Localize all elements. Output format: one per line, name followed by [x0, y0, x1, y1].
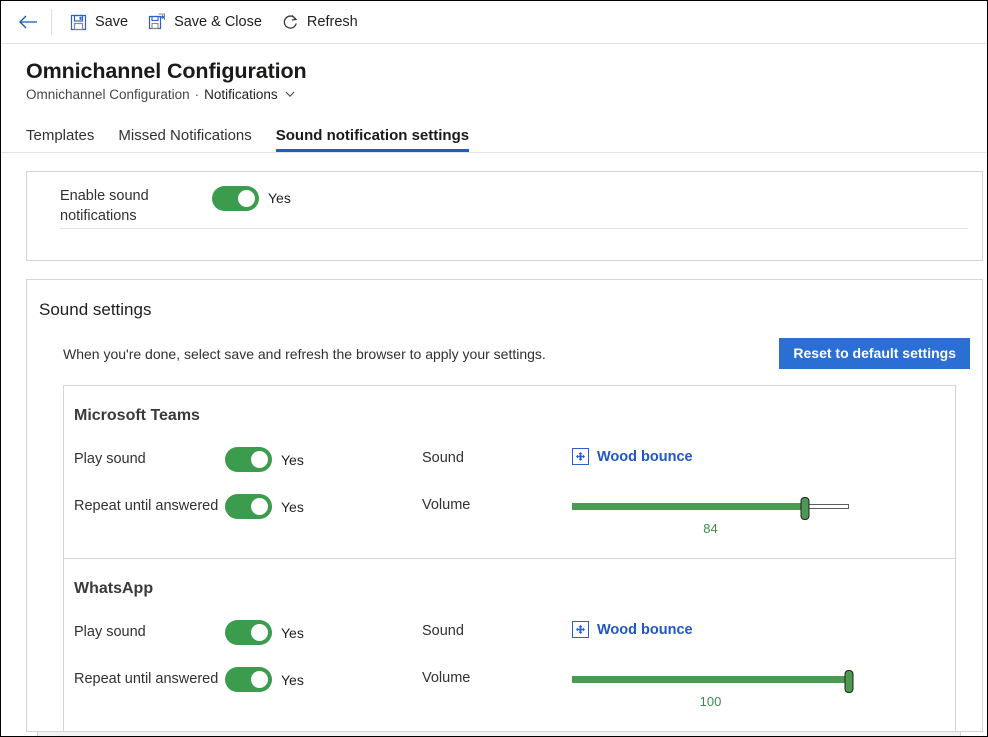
broken-image-icon	[572, 448, 589, 466]
channel-whatsapp-name: WhatsApp	[74, 580, 154, 598]
channel-whatsapp-repeat-row: Repeat until answered Yes Volume 100	[64, 645, 955, 709]
reset-to-default-settings-button[interactable]: Reset to default settings	[779, 337, 970, 370]
toggle-knob	[238, 189, 255, 207]
toggle-knob	[251, 498, 268, 516]
repeat-until-answered-label: Repeat until answered	[74, 498, 219, 515]
enable-sound-notifications-toggle-wrap: Yes	[212, 185, 291, 211]
channel-whatsapp-play-sound-row: Play sound Yes Sound Wood bounce	[64, 598, 955, 646]
sound-settings-title: Sound settings	[39, 299, 152, 319]
volume-slider-whatsapp[interactable]	[572, 670, 854, 694]
breadcrumb-root[interactable]: Omnichannel Configuration	[26, 87, 190, 102]
play-sound-toggle-cell: Yes	[225, 619, 422, 646]
tab-sound-notification-settings-label: Sound notification settings	[275, 126, 470, 144]
volume-label: Volume	[422, 670, 471, 687]
save-button-label: Save	[95, 13, 129, 30]
channel-microsoft-teams-repeat-row: Repeat until answered Yes Volume 84	[64, 472, 955, 536]
sound-label: Sound	[422, 623, 464, 640]
volume-slider-value-whatsapp: 100	[699, 694, 722, 710]
chevron-down-icon[interactable]	[284, 88, 296, 100]
channel-microsoft-teams-name: Microsoft Teams	[74, 407, 200, 425]
play-sound-toggle-value: Yes	[281, 451, 304, 468]
breadcrumb-separator: ·	[194, 86, 200, 102]
repeat-until-answered-toggle-microsoft-teams[interactable]	[225, 494, 272, 520]
volume-slider-value-microsoft-teams: 84	[703, 521, 718, 537]
channel-microsoft-teams: Microsoft Teams Play sound Yes Sound Woo…	[64, 386, 955, 558]
back-button[interactable]	[9, 7, 47, 37]
repeat-until-answered-toggle-value: Yes	[281, 498, 304, 515]
refresh-icon	[282, 14, 299, 31]
app-window: Save Save & Close Refresh Omnichannel Co…	[0, 0, 988, 737]
save-and-close-button[interactable]: Save & Close	[138, 6, 272, 38]
enable-panel-divider	[60, 227, 968, 229]
enable-sound-notifications-label: Enable sound notifications	[60, 187, 149, 224]
breadcrumb-current[interactable]: Notifications	[204, 87, 278, 102]
broken-image-icon	[572, 621, 589, 639]
page-header: Omnichannel Configuration Omnichannel Co…	[1, 44, 987, 102]
repeat-toggle-cell: Yes	[225, 493, 422, 520]
repeat-until-answered-toggle-value: Yes	[281, 671, 304, 688]
volume-slider-thumb[interactable]	[844, 670, 854, 694]
sound-file-link-whatsapp[interactable]: Wood bounce	[572, 619, 693, 639]
enable-sound-notifications-toggle[interactable]	[212, 185, 259, 211]
sound-file-link-microsoft-teams[interactable]: Wood bounce	[572, 446, 693, 466]
save-and-close-button-label: Save & Close	[174, 13, 262, 30]
volume-slider-microsoft-teams[interactable]	[572, 497, 849, 521]
tab-templates[interactable]: Templates	[26, 127, 106, 152]
play-sound-label: Play sound	[74, 624, 146, 641]
play-sound-toggle-value: Yes	[281, 624, 304, 641]
play-sound-toggle-whatsapp[interactable]	[225, 620, 272, 646]
volume-slider-thumb[interactable]	[800, 497, 810, 521]
page-title: Omnichannel Configuration	[26, 59, 307, 83]
toggle-knob	[251, 451, 268, 469]
sound-settings-hint: When you're done, select save and refres…	[63, 345, 546, 362]
page-content: Enable sound notifications Yes Sound set…	[1, 170, 987, 733]
sound-settings-panel: Sound settings When you're done, select …	[26, 278, 983, 733]
tab-missed-notifications-label: Missed Notifications	[118, 126, 252, 144]
save-icon	[70, 14, 87, 31]
channel-microsoft-teams-play-sound-row: Play sound Yes Sound Wood bounce	[64, 425, 955, 473]
volume-slider-fill	[572, 676, 849, 684]
volume-label: Volume	[422, 497, 471, 514]
tab-sound-notification-settings[interactable]: Sound notification settings	[264, 127, 481, 152]
refresh-button[interactable]: Refresh	[272, 6, 368, 38]
enable-sound-notifications-row: Enable sound notifications Yes	[27, 172, 982, 228]
channel-whatsapp: WhatsApp Play sound Yes Sound Wood bounc…	[64, 558, 955, 731]
repeat-until-answered-label: Repeat until answered	[74, 671, 219, 688]
volume-slider-cell-microsoft-teams: 84	[572, 493, 849, 536]
repeat-toggle-cell: Yes	[225, 666, 422, 693]
sound-file-name: Wood bounce	[597, 448, 693, 465]
play-sound-label: Play sound	[74, 451, 146, 468]
enable-sound-notifications-panel: Enable sound notifications Yes	[26, 170, 983, 261]
save-and-close-icon	[148, 13, 166, 31]
volume-slider-cell-whatsapp: 100	[572, 666, 854, 710]
enable-sound-notifications-toggle-value: Yes	[268, 190, 291, 207]
toggle-knob	[251, 624, 268, 642]
volume-slider-fill	[572, 503, 805, 511]
toggle-knob	[251, 671, 268, 689]
sound-settings-hint-row: When you're done, select save and refres…	[27, 320, 982, 370]
refresh-button-label: Refresh	[306, 13, 358, 30]
tab-strip: Templates Missed Notifications Sound not…	[1, 118, 987, 153]
sound-file-name: Wood bounce	[597, 621, 693, 638]
card-bottom-edge	[37, 732, 961, 736]
tab-templates-label: Templates	[26, 126, 95, 144]
play-sound-toggle-microsoft-teams[interactable]	[225, 447, 272, 473]
play-sound-toggle-cell: Yes	[225, 446, 422, 473]
sound-label: Sound	[422, 450, 464, 467]
command-bar-divider	[51, 9, 52, 35]
repeat-until-answered-toggle-whatsapp[interactable]	[225, 667, 272, 693]
channel-settings-card: Microsoft Teams Play sound Yes Sound Woo…	[63, 385, 956, 732]
command-bar: Save Save & Close Refresh	[1, 1, 987, 44]
save-button[interactable]: Save	[60, 6, 138, 38]
breadcrumb: Omnichannel Configuration · Notification…	[26, 87, 987, 102]
tab-missed-notifications[interactable]: Missed Notifications	[106, 127, 263, 152]
